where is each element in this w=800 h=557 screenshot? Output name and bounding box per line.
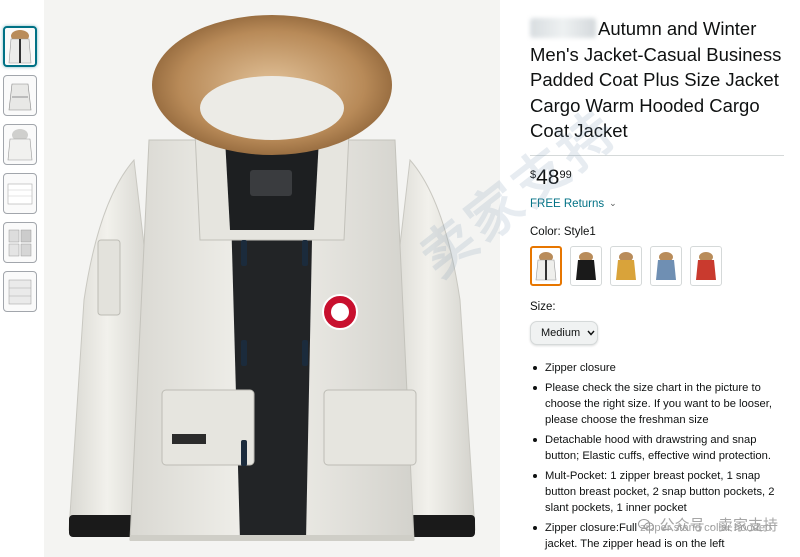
thumbnail-2[interactable] (3, 75, 37, 116)
thumbnail-4[interactable] (3, 173, 37, 214)
free-returns-label: FREE Returns (530, 197, 605, 210)
swatch-style5[interactable] (690, 245, 722, 286)
bullet-item: Mult-Pocket: 1 zipper breast pocket, 1 s… (530, 468, 790, 516)
detail-thumb-icon (8, 279, 32, 304)
divider (530, 154, 784, 156)
jacket-thumb-icon (8, 83, 32, 110)
swatch-style1[interactable] (530, 245, 562, 286)
swatch-style2[interactable] (570, 245, 602, 286)
jacket-swatch-icon (696, 251, 716, 280)
size-chart-thumb-icon (7, 183, 33, 204)
bullet-item: Zipper closure (530, 360, 790, 376)
size-value: Medium (541, 326, 581, 339)
bullet-item: Detachable hood with drawstring and snap… (530, 432, 790, 464)
price: $ 48 99 (530, 166, 790, 192)
thumbnail-strip (3, 26, 39, 320)
size-dropdown[interactable]: Medium (530, 320, 598, 345)
product-title: Autumn and Winter Men's Jacket-Casual Bu… (530, 16, 790, 144)
free-returns-link[interactable]: FREE Returns ⌄ (530, 198, 790, 210)
product-info: Autumn and Winter Men's Jacket-Casual Bu… (530, 16, 790, 556)
watermark-footer-text: 公众号 · 卖家支持 (659, 517, 778, 534)
price-whole: 48 (536, 165, 560, 189)
jacket-thumb-icon (7, 128, 33, 160)
thumbnail-5[interactable] (3, 222, 37, 263)
thumbnail-1[interactable] (3, 26, 37, 67)
color-swatches (530, 245, 790, 286)
size-label: Size: (530, 300, 556, 313)
thumbnail-6[interactable] (3, 271, 37, 312)
jacket-thumb-icon (8, 29, 32, 63)
color-label: Color: Style1 (530, 225, 596, 238)
wechat-icon (637, 518, 654, 531)
price-fraction: 99 (559, 168, 572, 181)
chevron-down-icon (587, 330, 595, 336)
chevron-down-icon: ⌄ (609, 198, 617, 208)
jacket-swatch-icon (535, 251, 557, 280)
watermark-footer: 公众号 · 卖家支持 (637, 514, 778, 535)
swatch-style4[interactable] (650, 245, 682, 286)
jacket-swatch-icon (656, 251, 676, 280)
jacket-illustration (44, 0, 500, 557)
jacket-swatch-icon (616, 251, 636, 280)
bullet-item: Please check the size chart in the pictu… (530, 380, 790, 428)
jacket-swatch-icon (576, 251, 596, 280)
swatch-style3[interactable] (610, 245, 642, 286)
brand-redacted (530, 18, 596, 38)
main-product-image[interactable] (44, 0, 500, 557)
detail-thumb-icon (8, 229, 32, 256)
thumbnail-3[interactable] (3, 124, 37, 165)
